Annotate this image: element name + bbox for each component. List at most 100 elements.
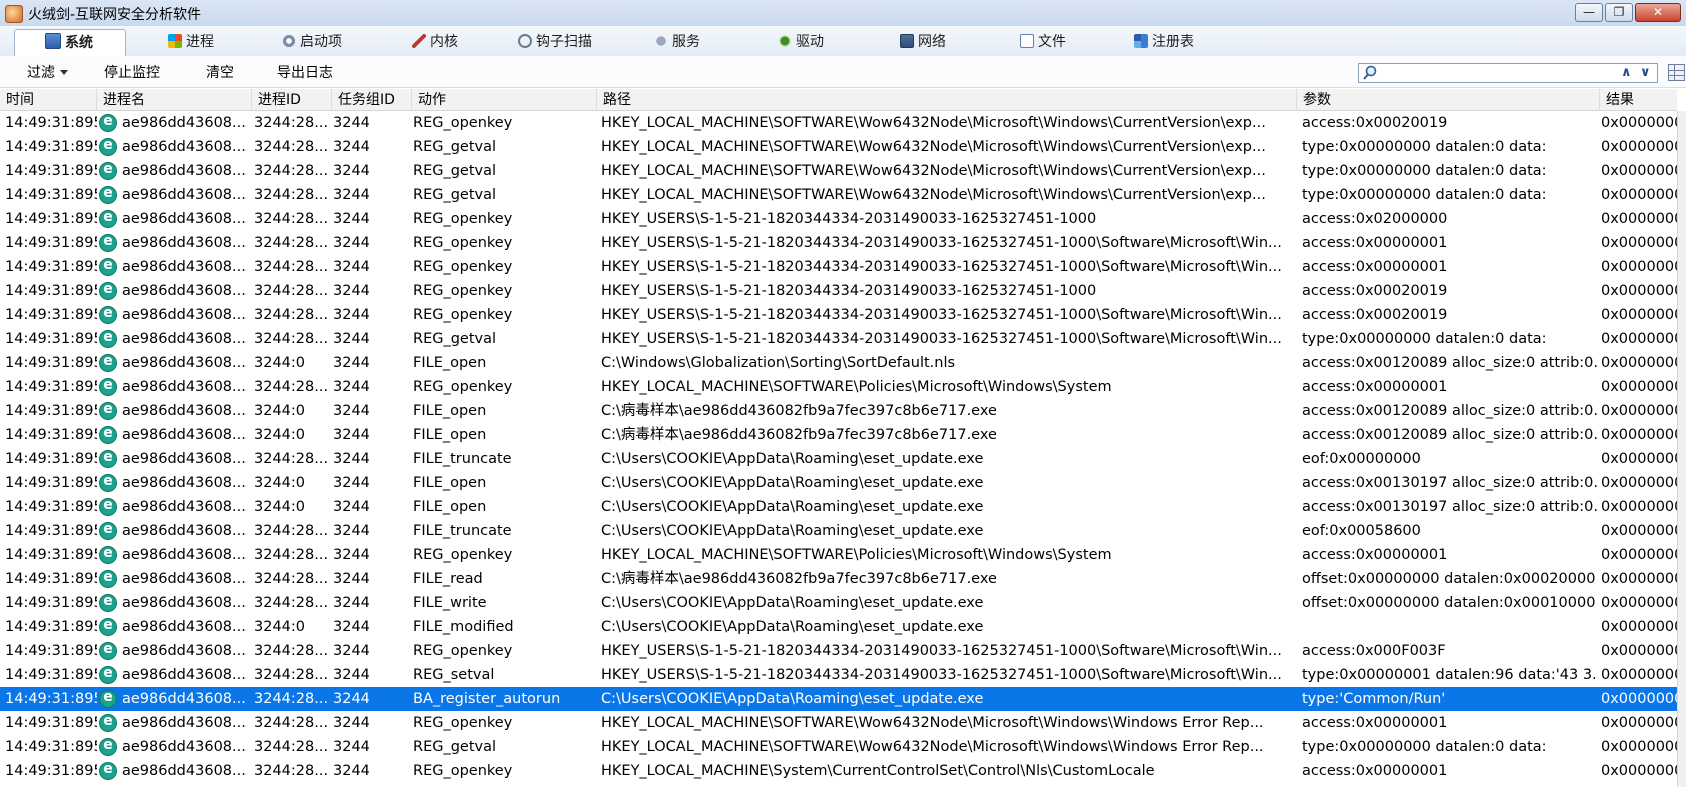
stop-monitor-button[interactable]: 停止监控 (104, 62, 160, 82)
table-row[interactable]: 14:49:31:895 ae986dd43608... 3244:0 3244 FIL… (0, 615, 1677, 639)
process-e-icon (99, 401, 117, 420)
table-row[interactable]: 14:49:31:895 ae986dd43608... 3244:28...324… (0, 183, 1677, 207)
table-row[interactable]: 14:49:31:895 ae986dd43608... 3244:28...324… (0, 255, 1677, 279)
cell-time: 14:49:31:895 (5, 427, 97, 443)
cell-task-group-id: 3244 (333, 715, 370, 731)
table-row[interactable]: 14:49:31:895 ae986dd43608... 3244:28...324… (0, 687, 1677, 711)
table-row[interactable]: 14:49:31:895 ae986dd43608... 3244:28...324… (0, 303, 1677, 327)
table-row[interactable]: 14:49:31:895 ae986dd43608... 3244:28...324… (0, 447, 1677, 471)
table-row[interactable]: 14:49:31:895 ae986dd43608... 3244:28...324… (0, 591, 1677, 615)
close-button[interactable]: ✕ (1635, 3, 1681, 22)
process-e-icon (99, 425, 117, 444)
table-row[interactable]: 14:49:31:895 ae986dd43608... 3244:28...324… (0, 327, 1677, 351)
cell-result: 0x0000000 (1601, 115, 1677, 131)
search-prev-button[interactable]: ∧ (1621, 65, 1632, 80)
tab-files[interactable]: 文件 (1020, 29, 1110, 56)
column-header-process-id[interactable]: 进程ID (252, 89, 332, 111)
minimize-button[interactable]: — (1575, 3, 1603, 22)
table-row[interactable]: 14:49:31:895 ae986dd43608... 3244:0 3244 FIL… (0, 495, 1677, 519)
table-row[interactable]: 14:49:31:895 ae986dd43608... 3244:0 3244 FIL… (0, 471, 1677, 495)
cell-task-group-id: 3244 (333, 763, 370, 779)
column-header-params[interactable]: 参数 (1297, 89, 1600, 111)
cell-process-name: ae986dd43608... (122, 403, 246, 419)
tab-system[interactable]: 系统 (14, 29, 126, 57)
table-row[interactable]: 14:49:31:895 ae986dd43608... 3244:28...324… (0, 543, 1677, 567)
restore-button[interactable]: ❐ (1605, 3, 1633, 22)
hook-icon (518, 34, 532, 48)
cell-process-name: ae986dd43608... (122, 331, 246, 347)
table-row[interactable]: 14:49:31:895 ae986dd43608... 3244:28...324… (0, 711, 1677, 735)
cell-process-name: ae986dd43608... (122, 547, 246, 563)
export-log-button[interactable]: 导出日志 (277, 62, 333, 82)
cell-params: eof:0x00058600 (1302, 523, 1421, 539)
column-header-task-group-id[interactable]: 任务组ID (332, 89, 412, 111)
table-row[interactable]: 14:49:31:895 ae986dd43608... 3244:28...324… (0, 111, 1677, 135)
cell-result: 0x0000000 (1601, 307, 1677, 323)
tab-startup[interactable]: 启动项 (282, 29, 382, 56)
tab-kernel[interactable]: 内核 (412, 29, 492, 56)
column-header-process-name[interactable]: 进程名 (97, 89, 252, 111)
table-row[interactable]: 14:49:31:895 ae986dd43608... 3244:0 3244 FIL… (0, 351, 1677, 375)
cell-time: 14:49:31:895 (5, 259, 97, 275)
cell-process-name: ae986dd43608... (122, 379, 246, 395)
tab-drivers[interactable]: 驱动 (778, 29, 868, 56)
cell-process-name: ae986dd43608... (122, 595, 246, 611)
search-box[interactable]: ∧ ∨ (1358, 63, 1658, 83)
process-e-icon (99, 185, 117, 204)
column-header-action[interactable]: 动作 (412, 89, 597, 111)
table-row[interactable]: 14:49:31:895 ae986dd43608... 3244:28...324… (0, 207, 1677, 231)
tab-services[interactable]: 服务 (654, 29, 744, 56)
cell-params: type:0x00000000 datalen:0 data: (1302, 187, 1547, 203)
tab-hook-scan[interactable]: 钩子扫描 (518, 29, 628, 56)
table-row[interactable]: 14:49:31:895 ae986dd43608... 3244:28...324… (0, 279, 1677, 303)
tab-process[interactable]: 进程 (168, 29, 258, 56)
filter-dropdown[interactable]: 过滤 (27, 62, 68, 82)
cell-time: 14:49:31:895 (5, 475, 97, 491)
tab-network[interactable]: 网络 (900, 29, 990, 56)
table-row[interactable]: 14:49:31:895 ae986dd43608... 3244:0 3244 FIL… (0, 423, 1677, 447)
cell-process-name: ae986dd43608... (122, 715, 246, 731)
search-next-button[interactable]: ∨ (1640, 65, 1651, 80)
cell-time: 14:49:31:895 (5, 715, 97, 731)
table-row[interactable]: 14:49:31:895 ae986dd43608... 3244:28...324… (0, 759, 1677, 783)
column-settings-icon[interactable] (1668, 64, 1685, 81)
cell-process-name: ae986dd43608... (122, 499, 246, 515)
process-e-icon (99, 281, 117, 300)
tab-label: 内核 (430, 34, 458, 50)
cell-action: REG_setval (413, 667, 495, 683)
cell-result: 0x0000000 (1601, 451, 1677, 467)
cell-process-name: ae986dd43608... (122, 739, 246, 755)
cell-time: 14:49:31:895 (5, 235, 97, 251)
table-row[interactable]: 14:49:31:895 ae986dd43608... 3244:28...324… (0, 159, 1677, 183)
cell-time: 14:49:31:895 (5, 451, 97, 467)
cell-path: HKEY_USERS\S-1-5-21-1820344334-203149003… (601, 667, 1282, 683)
cell-process-id: 3244:28... (254, 307, 329, 323)
table-row[interactable]: 14:49:31:895 ae986dd43608... 3244:28...324… (0, 519, 1677, 543)
table-row[interactable]: 14:49:31:895 ae986dd43608... 3244:28...324… (0, 735, 1677, 759)
table-row[interactable]: 14:49:31:895 ae986dd43608... 3244:28...324… (0, 567, 1677, 591)
window-title: 火绒剑-互联网安全分析软件 (28, 7, 202, 23)
process-e-icon (99, 257, 117, 276)
tab-label: 服务 (672, 34, 700, 50)
cell-result: 0x0000000 (1601, 619, 1677, 635)
process-e-icon (99, 569, 117, 588)
table-row[interactable]: 14:49:31:895 ae986dd43608... 3244:28...324… (0, 639, 1677, 663)
column-header-result[interactable]: 结果 (1600, 89, 1677, 111)
clear-button[interactable]: 清空 (206, 62, 234, 82)
column-header-time[interactable]: 时间 (0, 89, 97, 111)
table-row[interactable]: 14:49:31:895 ae986dd43608... 3244:28...324… (0, 375, 1677, 399)
table-row[interactable]: 14:49:31:895 ae986dd43608... 3244:28...324… (0, 231, 1677, 255)
table-row[interactable]: 14:49:31:895 ae986dd43608... 3244:0 3244 FIL… (0, 399, 1677, 423)
cell-process-name: ae986dd43608... (122, 667, 246, 683)
table-row[interactable]: 14:49:31:895 ae986dd43608... 3244:28...324… (0, 135, 1677, 159)
search-input[interactable] (1381, 64, 1615, 82)
column-header-path[interactable]: 路径 (597, 89, 1297, 111)
vertical-scrollbar[interactable] (1677, 111, 1686, 787)
table-row[interactable]: 14:49:31:895 ae986dd43608... 3244:28...324… (0, 663, 1677, 687)
cell-process-name: ae986dd43608... (122, 355, 246, 371)
cell-task-group-id: 3244 (333, 307, 370, 323)
process-e-icon (99, 545, 117, 564)
driver-icon (778, 34, 792, 48)
cell-task-group-id: 3244 (333, 499, 370, 515)
tab-registry[interactable]: 注册表 (1134, 29, 1244, 56)
